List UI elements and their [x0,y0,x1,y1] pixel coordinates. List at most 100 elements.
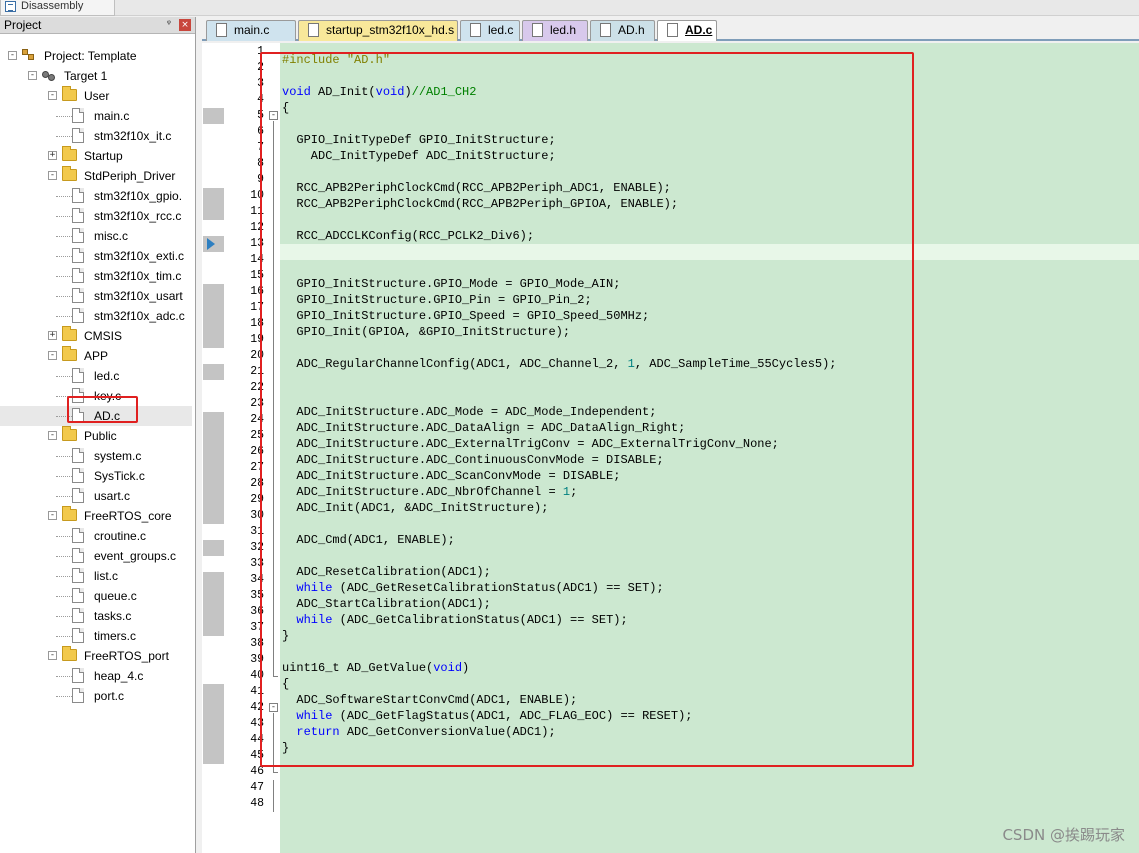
tree-item[interactable]: croutine.c [0,526,192,546]
file-icon [72,468,84,483]
tree-item-label: system.c [94,449,142,463]
project-icon [22,49,36,62]
bookmark-column[interactable] [202,43,226,853]
tree-item-label: usart.c [94,489,131,503]
tree-item[interactable]: queue.c [0,586,192,606]
line-number: 2 [257,61,264,74]
collapse-toggle-icon[interactable]: - [48,651,57,660]
collapse-toggle-icon[interactable]: - [48,511,57,520]
tree-item[interactable]: - Public [0,426,192,446]
line-number: 23 [250,397,264,410]
tree-connector [56,136,72,137]
tree-item[interactable]: SysTick.c [0,466,192,486]
collapse-toggle-icon[interactable]: - [48,91,57,100]
tree-item[interactable]: - StdPeriph_Driver [0,166,192,186]
pin-icon[interactable]: ᵠ [164,19,174,31]
collapse-toggle-icon[interactable]: - [48,431,57,440]
tree-item[interactable]: stm32f10x_exti.c [0,246,192,266]
tree-item[interactable]: stm32f10x_usart [0,286,192,306]
collapse-toggle-icon[interactable]: - [48,351,57,360]
line-marker [203,620,224,636]
line-marker [203,284,224,300]
tab-led-h[interactable]: led.h [522,20,588,41]
collapse-toggle-icon[interactable]: - [28,71,37,80]
tree-item[interactable]: stm32f10x_rcc.c [0,206,192,226]
tree-item[interactable]: event_groups.c [0,546,192,566]
tree-item[interactable]: - Project: Template [0,46,192,66]
file-icon [72,368,84,383]
tab-ad-h[interactable]: AD.h [590,20,655,41]
file-icon [72,248,84,263]
tree-item[interactable]: stm32f10x_tim.c [0,266,192,286]
line-number: 4 [257,93,264,106]
tree-item-label: stm32f10x_exti.c [94,249,185,263]
tree-connector [56,376,72,377]
tree-item-label: event_groups.c [94,549,177,563]
close-icon[interactable]: × [179,19,191,31]
tree-item-label: main.c [94,109,130,123]
file-icon [72,688,84,703]
tree-item[interactable]: port.c [0,686,192,706]
line-marker [203,572,224,588]
line-number: 48 [250,797,264,810]
tab-led-c[interactable]: led.c [460,20,520,41]
line-marker [203,540,224,556]
collapse-toggle-icon[interactable]: - [8,51,17,60]
expand-toggle-icon[interactable]: + [48,151,57,160]
tree-connector [56,236,72,237]
code-line[interactable] [280,772,1139,788]
tree-item[interactable]: - FreeRTOS_port [0,646,192,666]
line-marker [203,700,224,716]
tree-item[interactable]: stm32f10x_gpio. [0,186,192,206]
tab-label: main.c [234,23,270,37]
folder-icon [62,166,77,181]
line-number: 16 [250,285,264,298]
project-pane: Project ᵠ × - Project: Template - Target 1-… [0,17,196,853]
line-marker [203,332,224,348]
line-number: 24 [250,413,264,426]
tree-item[interactable]: + Startup [0,146,192,166]
tree-item[interactable]: - User [0,86,192,106]
tree-item[interactable]: stm32f10x_it.c [0,126,192,146]
tree-item[interactable]: stm32f10x_adc.c [0,306,192,326]
line-number: 13 [250,237,264,250]
tree-connector [56,576,72,577]
tree-item-label: led.c [94,369,120,383]
tab-ad-c[interactable]: AD.c [657,20,717,41]
tree-item[interactable]: + CMSIS [0,326,192,346]
tree-item[interactable]: usart.c [0,486,192,506]
line-number: 10 [250,189,264,202]
line-number: 6 [257,125,264,138]
tree-item[interactable]: - Target 1 [0,66,192,86]
tree-item[interactable]: - APP [0,346,192,366]
tree-item[interactable]: led.c [0,366,192,386]
line-number: 1 [257,45,264,58]
tree-item[interactable]: tasks.c [0,606,192,626]
tree-item-label: Startup [84,149,123,163]
tree-item[interactable]: timers.c [0,626,192,646]
tree-item[interactable]: - FreeRTOS_core [0,506,192,526]
tree-item[interactable]: misc.c [0,226,192,246]
line-marker [203,428,224,444]
tab-startup-stm32f10x-hd-s[interactable]: startup_stm32f10x_hd.s [298,20,458,41]
line-number: 27 [250,461,264,474]
file-icon [72,128,84,143]
collapse-toggle-icon[interactable]: - [48,171,57,180]
tree-item[interactable]: system.c [0,446,192,466]
expand-toggle-icon[interactable]: + [48,331,57,340]
file-icon [72,588,84,603]
file-icon [72,228,84,243]
tree-item[interactable]: main.c [0,106,192,126]
line-marker [203,476,224,492]
tree-item-label: heap_4.c [94,669,144,683]
tab-label: AD.c [685,23,713,37]
tree-item[interactable]: list.c [0,566,192,586]
code-line[interactable] [280,804,1139,820]
tab-main-c[interactable]: main.c [206,20,296,41]
tree-item-label: stm32f10x_gpio. [94,189,183,203]
tree-item-label: APP [84,349,109,363]
code-line[interactable] [280,788,1139,804]
disassembly-tab[interactable]: Disassembly [0,0,115,16]
tree-item[interactable]: heap_4.c [0,666,192,686]
current-line-arrow-icon [207,238,215,250]
